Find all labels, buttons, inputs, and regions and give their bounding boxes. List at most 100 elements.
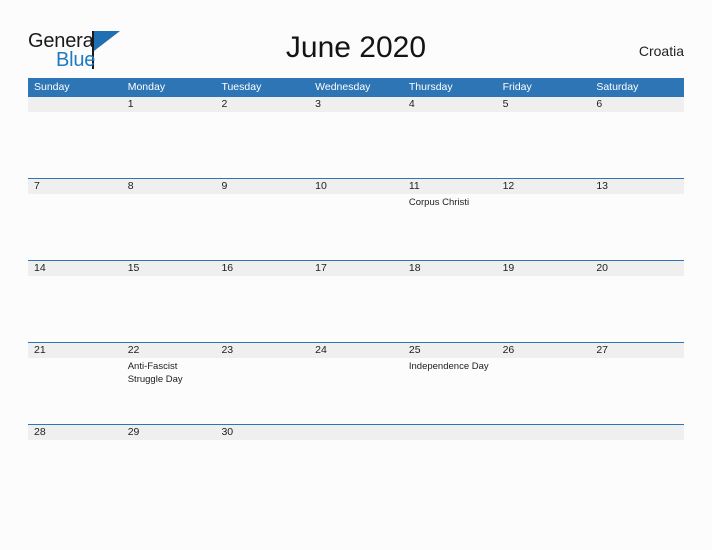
calendar-cell-day-20[interactable]: 20: [590, 261, 685, 342]
calendar-week-row: 21 22 Anti-Fascist Struggle Day 23 24 25 Indep…: [28, 342, 685, 424]
day-number: 21: [28, 343, 122, 358]
calendar-cell-day-8[interactable]: 8: [121, 179, 216, 260]
calendar-cell-empty: [496, 425, 591, 449]
day-number: 25: [402, 343, 497, 358]
day-number: [309, 425, 403, 440]
calendar-cell-day-29[interactable]: 29: [121, 425, 216, 449]
calendar-cell-day-27[interactable]: 27: [590, 343, 685, 424]
calendar-cell-day-23[interactable]: 23: [215, 343, 310, 424]
day-number: 30: [215, 425, 310, 440]
calendar-cell-day-1[interactable]: 1: [121, 97, 216, 178]
calendar-cell-day-5[interactable]: 5: [496, 97, 591, 178]
week-cells: 14 15 16 17 18 19 20: [28, 261, 685, 342]
calendar-cell-day-24[interactable]: 24: [309, 343, 403, 424]
calendar-cell-day-4[interactable]: 4: [402, 97, 497, 178]
week-cells: 28 29 30: [28, 425, 685, 449]
week-cells: 21 22 Anti-Fascist Struggle Day 23 24 25 Indep…: [28, 343, 685, 424]
day-events: Anti-Fascist Struggle Day: [122, 358, 216, 386]
day-events: Corpus Christi: [403, 194, 497, 210]
day-number: [590, 425, 685, 440]
day-number: 19: [496, 261, 591, 276]
day-number: [496, 425, 591, 440]
day-number: 2: [215, 97, 310, 112]
day-number: 20: [590, 261, 685, 276]
day-number: 12: [496, 179, 591, 194]
day-events: Independence Day: [403, 358, 497, 374]
day-number: 7: [28, 179, 122, 194]
day-number: 26: [496, 343, 591, 358]
calendar-cell-day-19[interactable]: 19: [496, 261, 591, 342]
weekday-header-row: Sunday Monday Tuesday Wednesday Thursday Frid…: [28, 78, 684, 96]
calendar-cell-day-30[interactable]: 30: [215, 425, 310, 449]
calendar-cell-day-11[interactable]: 11 Corpus Christi: [402, 179, 497, 260]
calendar-cell-day-25[interactable]: 25 Independence Day: [402, 343, 497, 424]
calendar-cell-day-3[interactable]: 3: [309, 97, 403, 178]
weekday-header-saturday: Saturday: [596, 81, 639, 93]
day-number: 28: [28, 425, 122, 440]
calendar-cell-day-13[interactable]: 13: [590, 179, 685, 260]
calendar-cell-day-2[interactable]: 2: [215, 97, 310, 178]
day-number: 24: [309, 343, 403, 358]
day-number: 13: [590, 179, 685, 194]
calendar-week-row: 14 15 16 17 18 19 20: [28, 260, 685, 342]
calendar-cell-empty: [590, 425, 685, 449]
day-number: 3: [309, 97, 403, 112]
region-label: Croatia: [638, 43, 684, 59]
calendar-week-row: 28 29 30: [28, 424, 685, 449]
weekday-header-friday: Friday: [502, 81, 532, 93]
day-number: [28, 97, 122, 112]
week-cells: 123456: [28, 97, 685, 178]
calendar-cell-day-10[interactable]: 10: [309, 179, 403, 260]
calendar-cell-empty: [28, 97, 122, 178]
day-number: 11: [402, 179, 497, 194]
calendar-grid: Sunday Monday Tuesday Wednesday Thursday Frid…: [28, 78, 685, 449]
day-number: [402, 425, 497, 440]
calendar-cell-empty: [309, 425, 403, 449]
page-title: June 2020: [285, 31, 427, 64]
week-cells: 7 8 9 10 11 Corpus Christi 12 13: [28, 179, 685, 260]
day-number: 10: [309, 179, 403, 194]
weekday-header-thursday: Thursday: [408, 81, 453, 93]
day-number: 4: [402, 97, 497, 112]
calendar-cell-day-7[interactable]: 7: [28, 179, 122, 260]
holiday-label: Independence Day: [408, 361, 489, 372]
calendar-week-row: 7 8 9 10 11 Corpus Christi 12 13: [28, 178, 685, 260]
calendar-cell-day-28[interactable]: 28: [28, 425, 122, 449]
day-number: 14: [28, 261, 122, 276]
page-header: General Blue June 2020 Croatia: [28, 28, 684, 74]
day-number: 18: [402, 261, 497, 276]
day-number: 22: [121, 343, 216, 358]
day-number: 1: [121, 97, 216, 112]
day-number: 29: [121, 425, 216, 440]
calendar-cell-day-9[interactable]: 9: [215, 179, 310, 260]
day-number: 9: [215, 179, 310, 194]
calendar-cell-day-17[interactable]: 17: [309, 261, 403, 342]
holiday-label: Corpus Christi: [408, 197, 470, 208]
weekday-header-tuesday: Tuesday: [221, 81, 262, 93]
calendar-cell-day-6[interactable]: 6: [590, 97, 685, 178]
weekday-header-monday: Monday: [127, 81, 166, 93]
day-number: 6: [590, 97, 685, 112]
day-number: 15: [121, 261, 216, 276]
calendar-week-row: 123456: [28, 96, 685, 178]
day-number: 16: [215, 261, 310, 276]
calendar-cell-day-18[interactable]: 18: [402, 261, 497, 342]
day-number: 23: [215, 343, 310, 358]
day-number: 27: [590, 343, 685, 358]
calendar-cell-day-16[interactable]: 16: [215, 261, 310, 342]
weekday-header-sunday: Sunday: [34, 81, 70, 93]
day-number: 5: [496, 97, 591, 112]
calendar-weeks: 1 2 3 4 5 6 7 8 9 10 11 Corpus Christi 12 13 14 15 16 17 1…: [28, 96, 685, 449]
day-number: 8: [121, 179, 216, 194]
calendar-cell-day-22[interactable]: 22 Anti-Fascist Struggle Day: [121, 343, 216, 424]
calendar-cell-day-15[interactable]: 15: [121, 261, 216, 342]
day-number: 17: [309, 261, 403, 276]
calendar-cell-day-12[interactable]: 12: [496, 179, 591, 260]
calendar-cell-day-14[interactable]: 14: [28, 261, 122, 342]
calendar-page: General Blue June 2020 Croatia Sunday Mon…: [0, 0, 712, 550]
holiday-label: Anti-Fascist Struggle Day: [127, 361, 183, 385]
calendar-cell-empty: [402, 425, 497, 449]
calendar-cell-day-21[interactable]: 21: [28, 343, 122, 424]
weekday-header-wednesday: Wednesday: [315, 81, 371, 93]
calendar-cell-day-26[interactable]: 26: [496, 343, 591, 424]
